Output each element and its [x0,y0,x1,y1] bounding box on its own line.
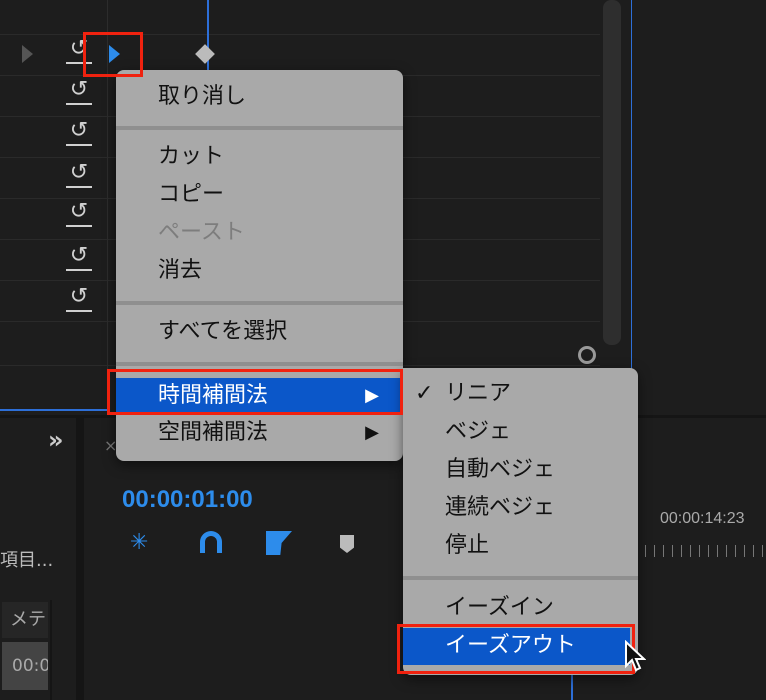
menu-item-select-all[interactable]: すべてを選択 [116,314,403,350]
reset-icon[interactable]: ↺ [66,245,92,271]
scrollbar[interactable] [603,0,621,345]
reset-icon[interactable]: ↺ [66,201,92,227]
menu-item-label: リニア [445,381,512,406]
time-ruler[interactable] [636,545,766,557]
checkmark-icon: ✓ [415,381,434,406]
reset-icon[interactable]: ↺ [66,79,92,105]
menu-item-label: 空間補間法 [158,420,269,445]
linked-selection-icon[interactable] [266,531,292,555]
menu-item-undo[interactable]: 取り消し [116,79,403,115]
project-item-label: 項目... [0,550,54,571]
submenu-arrow-icon: ▶ [365,422,379,443]
keyframe-nav-prev-icon[interactable] [22,45,33,63]
ruler-time-label: 00:00:14:23 [660,510,745,527]
expand-panels-button[interactable]: » [48,426,64,454]
timecode-display[interactable]: 00:00:01:00 [122,486,253,514]
submenu-item-hold[interactable]: 停止 [403,528,638,564]
submenu-item-linear[interactable]: ✓ リニア [403,376,638,412]
submenu-item-bezier[interactable]: ベジェ [403,414,638,450]
submenu-item-auto-bezier[interactable]: 自動ベジェ [403,452,638,488]
nest-sequence-icon[interactable]: ✳ [130,530,148,555]
column-header[interactable]: メテ [2,602,48,638]
menu-item-cut[interactable]: カット [116,139,403,175]
menu-item-clear[interactable]: 消去 [116,253,403,289]
annotation-box [107,369,403,415]
table-cell: 00:0 [2,642,48,690]
annotation-box [397,624,635,674]
submenu-item-continuous-bezier[interactable]: 連続ベジェ [403,490,638,526]
zoom-handle[interactable] [578,346,596,364]
menu-item-spatial-interpolation[interactable]: 空間補間法 ▶ [116,415,403,451]
menu-item-paste: ペースト [158,220,245,245]
snap-magnet-icon[interactable] [200,531,222,553]
add-marker-icon[interactable] [340,535,354,553]
submenu-item-ease-in[interactable]: イーズイン [403,590,638,626]
mouse-cursor-icon [625,640,646,672]
keyframe-diamond-icon[interactable] [195,44,215,64]
menu-item-copy[interactable]: コピー [116,177,403,213]
annotation-box [83,32,143,77]
reset-icon[interactable]: ↺ [66,162,92,188]
reset-icon[interactable]: ↺ [66,120,92,146]
reset-icon[interactable]: ↺ [66,286,92,312]
